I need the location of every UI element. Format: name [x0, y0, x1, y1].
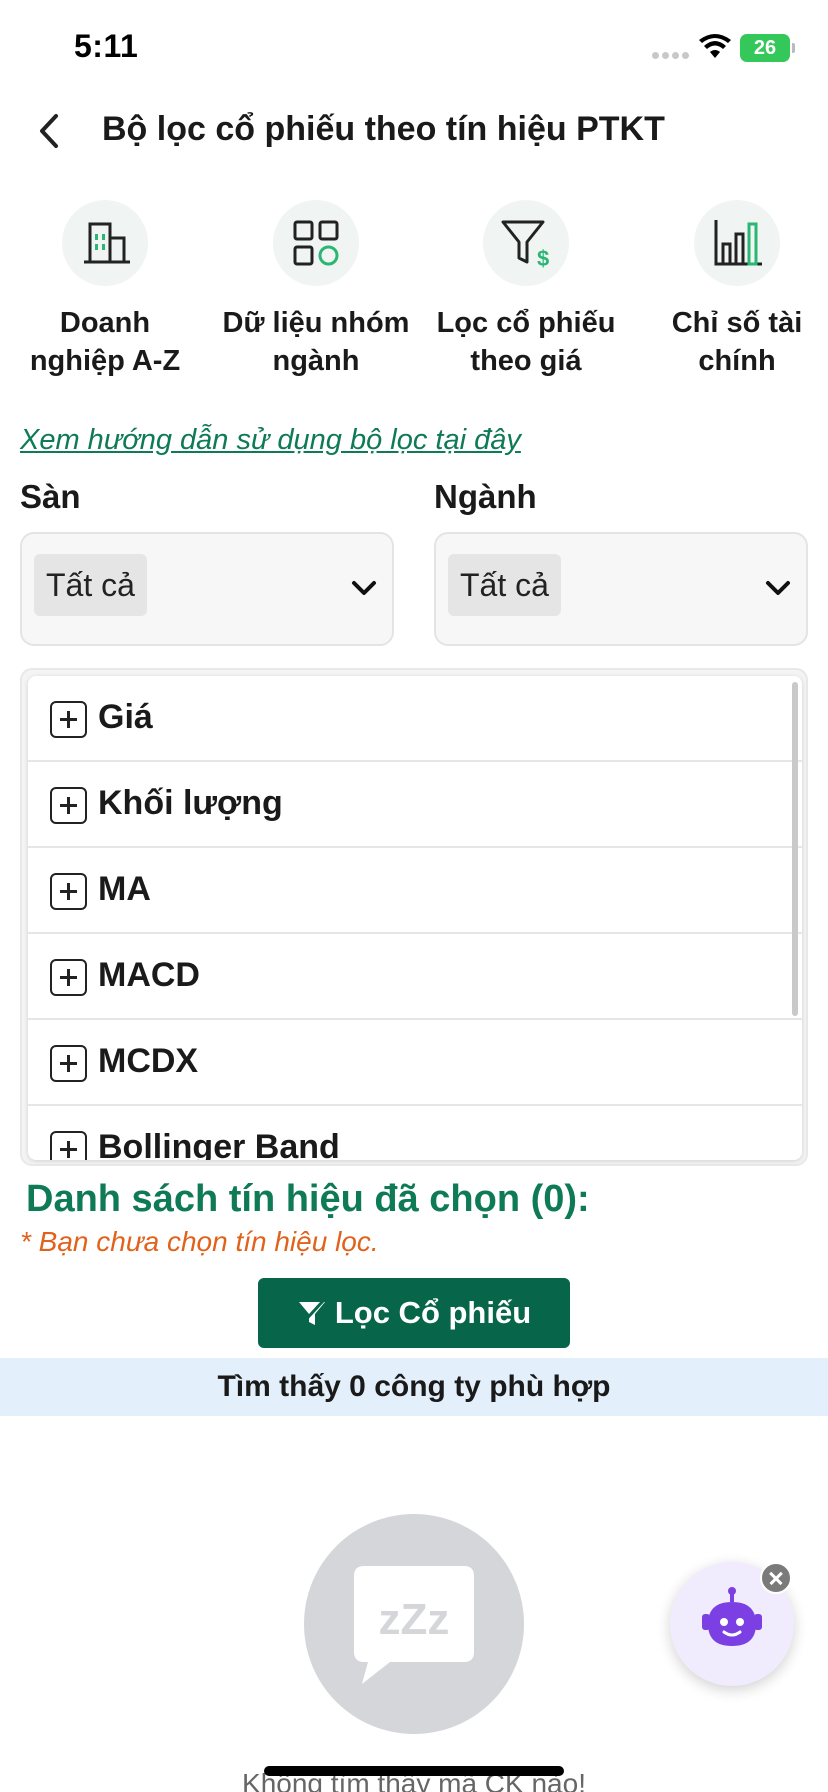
quick-menu-company-az[interactable]: Doanh nghiệp A-Z — [5, 200, 205, 380]
robot-icon — [702, 1587, 762, 1646]
exchange-select[interactable]: Tất cả — [20, 532, 394, 646]
quick-menu-label: Chỉ số tài — [671, 307, 803, 339]
grid-icon — [273, 200, 359, 286]
quick-menu-label: nghiệp A-Z — [29, 345, 181, 377]
signal-dots-icon — [652, 46, 692, 64]
signal-list-panel[interactable]: Giá Khối lượng MA MACD MCDX Bollinger Ba… — [20, 668, 808, 1166]
signal-item-bollinger-band[interactable]: Bollinger Band — [28, 1106, 802, 1160]
industry-select[interactable]: Tất cả — [434, 532, 808, 646]
signal-label: Khối lượng — [98, 784, 283, 822]
status-time: 5:11 — [74, 28, 139, 64]
signal-item-macd[interactable]: MACD — [28, 934, 802, 1020]
quick-menu-label: Dữ liệu nhóm — [222, 307, 410, 339]
bar-chart-icon — [694, 200, 780, 286]
filter-dollar-icon: $ — [483, 200, 569, 286]
signal-item-ma[interactable]: MA — [28, 848, 802, 934]
expand-plus-icon[interactable] — [50, 1045, 87, 1082]
filter-icon — [298, 1299, 325, 1327]
sleep-chat-icon: zZz — [354, 1566, 474, 1684]
industry-selected-value: Tất cả — [448, 554, 561, 616]
selected-signals-note: * Bạn chưa chọn tín hiệu lọc. — [20, 1226, 379, 1257]
exchange-label: Sàn — [20, 478, 81, 515]
back-arrow-icon[interactable] — [30, 108, 70, 154]
battery-indicator: 26 — [740, 34, 795, 62]
signal-label: MACD — [98, 956, 200, 994]
quick-menu-price-filter[interactable]: $ Lọc cổ phiếu theo giá — [426, 200, 626, 380]
header: Bộ lọc cổ phiếu theo tín hiệu PTKT — [0, 96, 828, 166]
building-icon — [62, 200, 148, 286]
chevron-down-icon — [766, 581, 790, 595]
signal-list: Giá Khối lượng MA MACD MCDX Bollinger Ba… — [28, 676, 802, 1160]
result-count-bar: Tìm thấy 0 công ty phù hợp — [0, 1358, 828, 1416]
expand-plus-icon[interactable] — [50, 787, 87, 824]
selected-signals-title: Danh sách tín hiệu đã chọn (0): — [26, 1178, 590, 1220]
quick-menu: Doanh nghiệp A-Z Dữ liệu nhóm ngành $ Lọc … — [0, 200, 828, 380]
chatbot-close-icon[interactable] — [760, 1562, 792, 1594]
signal-list-scrollbar[interactable] — [792, 682, 798, 1016]
battery-level: 26 — [753, 37, 777, 59]
empty-state-illustration: zZz — [304, 1514, 524, 1734]
svg-text:$: $ — [537, 246, 549, 271]
exchange-selected-value: Tất cả — [34, 554, 147, 616]
quick-menu-label: ngành — [272, 345, 360, 377]
filter-stocks-button[interactable]: Lọc Cổ phiếu — [258, 1278, 570, 1348]
filter-stocks-button-label: Lọc Cổ phiếu — [334, 1295, 532, 1330]
quick-menu-industry-data[interactable]: Dữ liệu nhóm ngành — [216, 200, 416, 380]
home-indicator — [264, 1766, 564, 1776]
signal-item-mcdx[interactable]: MCDX — [28, 1020, 802, 1106]
signal-label: MA — [98, 870, 151, 908]
quick-menu-financial-ratios[interactable]: Chỉ số tài chính — [637, 200, 828, 380]
quick-menu-label: Doanh — [59, 307, 151, 339]
chevron-down-icon — [352, 581, 376, 595]
guide-link[interactable]: Xem hướng dẫn sử dụng bộ lọc tại đây — [20, 424, 521, 457]
svg-text:zZz: zZz — [379, 1595, 450, 1644]
expand-plus-icon[interactable] — [50, 701, 87, 738]
signal-label: MCDX — [98, 1042, 199, 1080]
expand-plus-icon[interactable] — [50, 873, 87, 910]
expand-plus-icon[interactable] — [50, 1131, 87, 1160]
signal-item-volume[interactable]: Khối lượng — [28, 762, 802, 848]
page-title: Bộ lọc cổ phiếu theo tín hiệu PTKT — [102, 110, 665, 148]
signal-item-price[interactable]: Giá — [28, 676, 802, 762]
quick-menu-label: chính — [698, 345, 776, 377]
wifi-icon — [699, 34, 731, 58]
signal-label: Giá — [98, 698, 153, 736]
signal-label: Bollinger Band — [98, 1128, 340, 1160]
status-bar: 5:11 26 — [0, 0, 828, 100]
expand-plus-icon[interactable] — [50, 959, 87, 996]
quick-menu-label: Lọc cổ phiếu — [436, 307, 616, 339]
quick-menu-label: theo giá — [470, 345, 582, 377]
industry-label: Ngành — [434, 478, 537, 515]
